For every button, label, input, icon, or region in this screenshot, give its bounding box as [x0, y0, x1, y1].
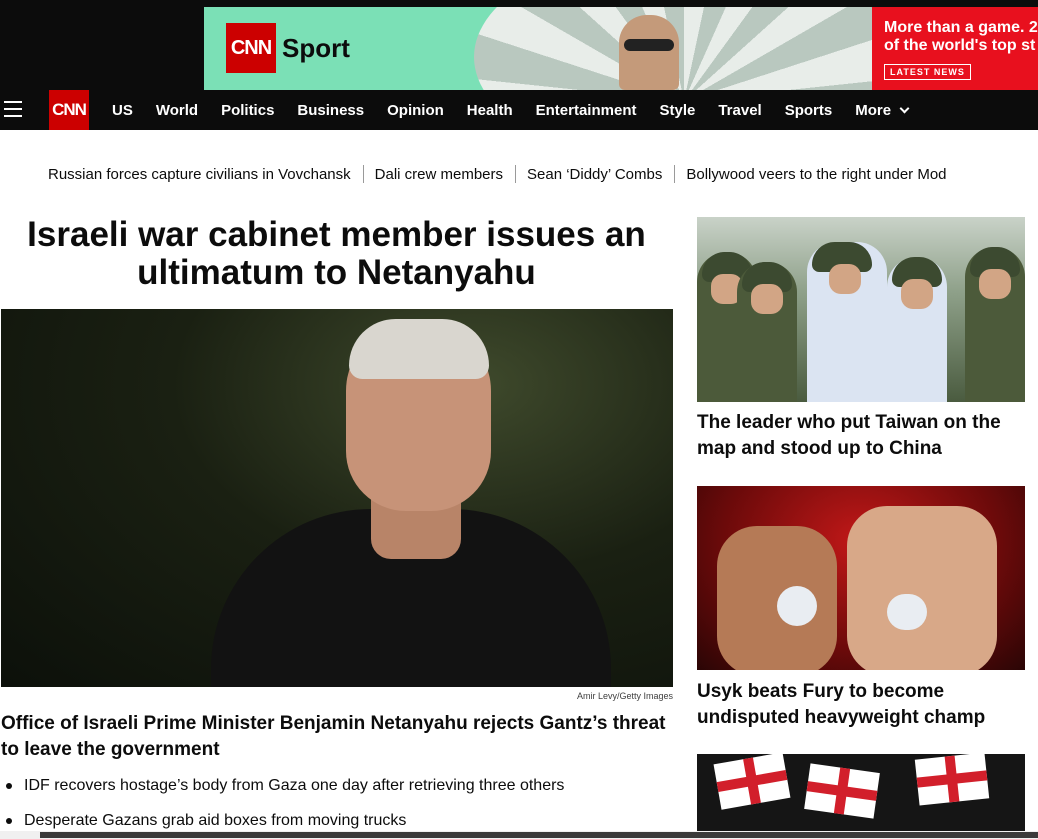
- list-item[interactable]: IDF recovers hostage’s body from Gaza on…: [6, 775, 673, 797]
- ad-umbrella-image: [474, 7, 894, 90]
- nav-links: US World Politics Business Opinion Healt…: [112, 90, 910, 130]
- lead-image-hair: [349, 319, 489, 379]
- trending-link[interactable]: Dali crew members: [375, 166, 503, 183]
- glove-icon: [777, 586, 817, 626]
- lead-headline[interactable]: Israeli war cabinet member issues an ult…: [0, 216, 673, 292]
- image-credit: Amir Levy/Getty Images: [576, 691, 673, 701]
- nav-item-style[interactable]: Style: [659, 102, 695, 119]
- nav-item-entertainment[interactable]: Entertainment: [536, 102, 637, 119]
- nav-item-health[interactable]: Health: [467, 102, 513, 119]
- nav-item-business[interactable]: Business: [297, 102, 364, 119]
- flag-icon: [804, 763, 880, 819]
- ad-cnn-logo: CNN: [226, 23, 276, 73]
- taiwan-story-image[interactable]: [697, 217, 1025, 402]
- menu-icon[interactable]: [4, 101, 22, 117]
- ad-banner[interactable]: CNN Sport More than a game. 2 of the wor…: [204, 7, 1038, 90]
- trending-divider: [515, 165, 517, 183]
- related-link-text: Desperate Gazans grab aid boxes from mov…: [24, 812, 407, 829]
- bullet-icon: [6, 783, 12, 789]
- trending-bar: Russian forces capture civilians in Vovc…: [48, 163, 1038, 185]
- ad-person-image: [619, 15, 679, 90]
- soldier-figure: [965, 247, 1025, 402]
- cnn-logo[interactable]: CNN: [49, 90, 89, 130]
- soldier-figure: [807, 242, 887, 402]
- trending-divider: [674, 165, 676, 183]
- nav-item-us[interactable]: US: [112, 102, 133, 119]
- trending-link[interactable]: Russian forces capture civilians in Vovc…: [48, 166, 351, 183]
- nav-item-world[interactable]: World: [156, 102, 198, 119]
- main-nav: CNN US World Politics Business Opinion H…: [0, 90, 1038, 130]
- boxer-figure: [847, 506, 997, 670]
- nav-item-politics[interactable]: Politics: [221, 102, 274, 119]
- soldier-figure: [887, 257, 947, 402]
- ad-latest-news-button[interactable]: LATEST NEWS: [884, 64, 971, 80]
- trending-link[interactable]: Bollywood veers to the right under Mod: [686, 166, 946, 183]
- related-link-text: IDF recovers hostage’s body from Gaza on…: [24, 777, 565, 794]
- flag-icon: [713, 754, 791, 810]
- bullet-icon: [6, 818, 12, 824]
- ad-headline-panel: More than a game. 2 of the world's top s…: [872, 7, 1038, 90]
- flags-story-image[interactable]: [697, 754, 1025, 839]
- chevron-down-icon: [899, 103, 910, 113]
- lead-subheadline[interactable]: Office of Israeli Prime Minister Benjami…: [1, 711, 673, 763]
- nav-item-opinion[interactable]: Opinion: [387, 102, 444, 119]
- scrollbar-thumb[interactable]: [40, 832, 1038, 838]
- lead-story-image[interactable]: [1, 309, 673, 687]
- nav-more-label: More: [855, 101, 892, 119]
- soldier-figure: [737, 262, 797, 402]
- nav-item-sports[interactable]: Sports: [785, 102, 833, 119]
- nav-item-travel[interactable]: Travel: [718, 102, 761, 119]
- trending-link[interactable]: Sean ‘Diddy’ Combs: [527, 166, 662, 183]
- ad-sport-label: Sport: [282, 32, 350, 63]
- taiwan-story-headline[interactable]: The leader who put Taiwan on the map and…: [697, 410, 1027, 462]
- boxer-figure: [717, 526, 837, 670]
- boxing-story-image[interactable]: [697, 486, 1025, 670]
- boxing-story-headline[interactable]: Usyk beats Fury to become undisputed hea…: [697, 679, 1027, 731]
- flag-icon: [914, 754, 990, 806]
- ad-headline-line1: More than a game. 2: [884, 19, 1038, 36]
- trending-divider: [362, 165, 364, 183]
- horizontal-scrollbar[interactable]: [0, 831, 1038, 839]
- ad-logo: CNN Sport: [226, 23, 350, 73]
- glove-icon: [887, 594, 927, 630]
- list-item[interactable]: Desperate Gazans grab aid boxes from mov…: [6, 810, 673, 832]
- ad-sunglasses-image: [624, 39, 674, 51]
- related-links: IDF recovers hostage’s body from Gaza on…: [6, 775, 673, 839]
- nav-more-button[interactable]: More: [855, 101, 910, 119]
- ad-headline-line2: of the world's top st: [884, 37, 1036, 54]
